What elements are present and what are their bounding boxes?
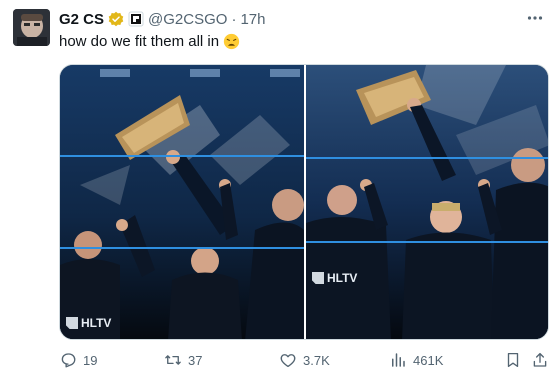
author-handle[interactable]: @G2CSGO (148, 11, 227, 28)
repost-count: 37 (188, 352, 203, 368)
media-image-1[interactable]: HLTV (60, 65, 304, 339)
post-time[interactable]: 17h (240, 11, 265, 28)
share-icon (533, 352, 547, 367)
repost-icon (165, 355, 181, 365)
weary-face-emoji (223, 33, 240, 50)
views-count: 461K (413, 352, 444, 368)
reply-button[interactable]: 19 (59, 351, 97, 369)
post-text: how do we fit them all in (59, 33, 220, 50)
affiliate-badge-icon[interactable] (128, 11, 144, 27)
display-name[interactable]: G2 CS (59, 11, 104, 28)
hltv-watermark-text: HLTV (327, 271, 358, 285)
bookmark-button[interactable] (504, 351, 522, 369)
share-button[interactable] (531, 351, 549, 369)
hltv-watermark: HLTV (66, 316, 111, 330)
like-icon (280, 354, 296, 368)
verified-gold-icon (108, 11, 124, 27)
reply-count: 19 (83, 352, 98, 368)
post-text-line: how do we fit them all in (59, 33, 240, 50)
bookmark-icon (507, 352, 519, 368)
post-media[interactable]: HLTV HLTV (59, 64, 549, 340)
time-separator: · (231, 10, 237, 28)
avatar-image (13, 9, 50, 46)
more-options-icon[interactable] (525, 8, 545, 28)
hltv-logo-icon (66, 317, 78, 329)
post-actions: 19 37 3.7K 461K (59, 350, 549, 370)
repost-button[interactable]: 37 (164, 351, 202, 369)
views-icon (392, 353, 405, 367)
hltv-watermark: HLTV (312, 271, 357, 285)
like-button[interactable]: 3.7K (279, 351, 330, 369)
avatar[interactable] (13, 9, 50, 46)
hltv-logo-icon (312, 272, 324, 284)
reply-icon (61, 353, 76, 368)
post-header: G2 CS @G2CSGO · 17h (59, 9, 265, 29)
views-button[interactable]: 461K (389, 351, 443, 369)
media-image-2[interactable]: HLTV (306, 65, 548, 339)
like-count: 3.7K (303, 352, 330, 368)
hltv-watermark-text: HLTV (81, 316, 112, 330)
